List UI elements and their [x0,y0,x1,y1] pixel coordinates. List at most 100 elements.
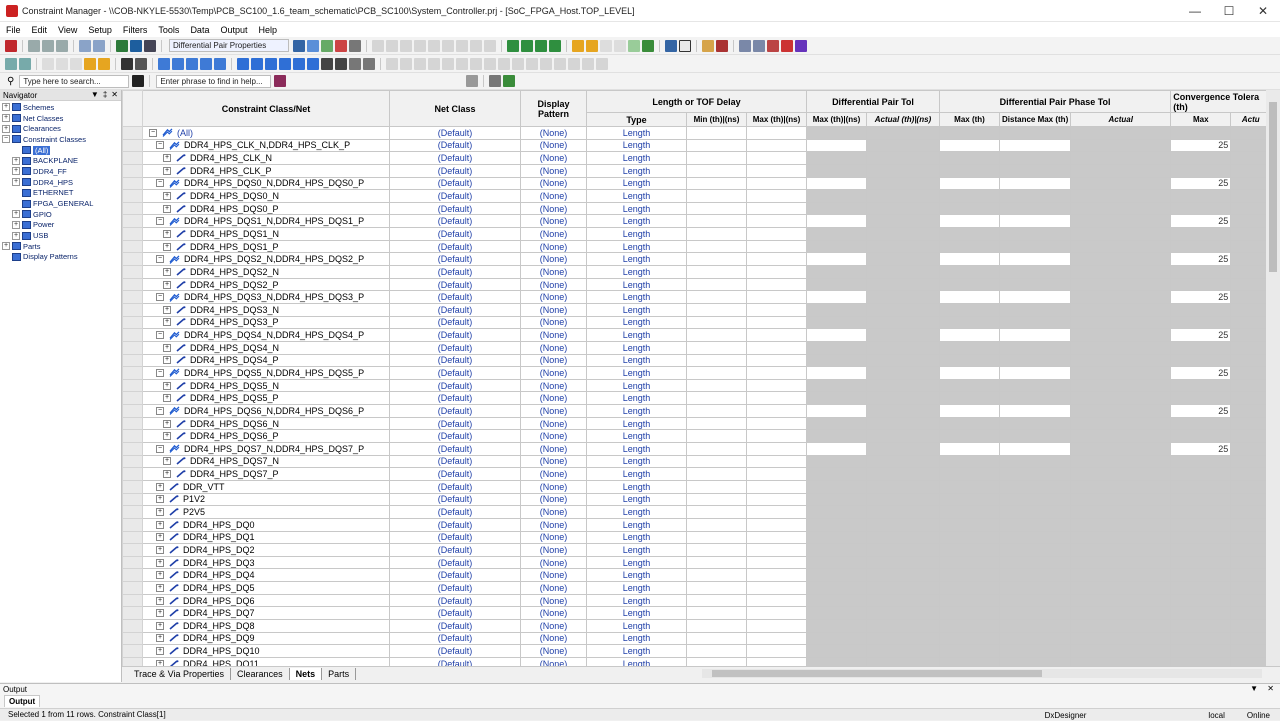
dppt-distance-max-cell[interactable] [998,479,1072,494]
net-class-cell[interactable]: (Default) [389,126,521,140]
dpt-max-cell[interactable] [806,227,867,241]
display-pattern-cell[interactable]: (None) [520,366,587,380]
expand-icon[interactable]: + [163,192,171,201]
dppt-distance-max-cell[interactable] [998,227,1072,241]
length-max-cell[interactable] [746,391,807,406]
net-class-cell[interactable]: (Default) [389,252,521,267]
expand-icon[interactable]: + [156,621,164,630]
length-max-cell[interactable] [746,416,807,431]
length-min-cell[interactable] [686,416,747,431]
net-name-cell[interactable]: + DDR4_HPS_DQS7_P [142,467,390,481]
net-name-cell[interactable]: − DDR4_HPS_DQS6_N,DDR4_HPS_DQS6_P [142,404,390,418]
row-header[interactable] [122,606,143,620]
nav-item[interactable]: + Schemes [0,102,121,113]
tab-nets[interactable]: Nets [289,667,323,680]
header-dppt-actual[interactable]: Actual [1070,112,1172,127]
net-class-cell[interactable]: (Default) [389,176,521,191]
dppt-max-cell[interactable] [939,290,1000,304]
display-pattern-cell[interactable]: (None) [520,593,587,608]
display-pattern-cell[interactable]: (None) [520,328,587,342]
display-pattern-cell[interactable]: (None) [520,201,587,216]
net-name-cell[interactable]: + DDR4_HPS_DQ1 [142,530,390,545]
net-class-cell[interactable]: (Default) [389,454,521,469]
display-pattern-cell[interactable]: (None) [520,290,587,304]
length-min-cell[interactable] [686,479,747,494]
table-row[interactable]: + DDR4_HPS_DQS2_N (Default) (None) Length [122,265,1272,279]
net-name-cell[interactable]: + DDR4_HPS_DQS0_P [142,201,390,216]
dppt-distance-max-cell[interactable] [998,442,1072,456]
help-search-icon[interactable] [274,75,287,87]
expand-icon[interactable]: + [163,419,171,428]
link-icon[interactable] [739,39,751,52]
nav-item[interactable]: + DDR4_HPS [0,177,121,188]
dppt-distance-max-cell[interactable] [998,201,1072,216]
length-min-cell[interactable] [686,555,747,570]
expand-icon[interactable]: + [163,229,171,238]
layout-icon[interactable] [70,57,82,70]
length-min-cell[interactable] [686,214,747,229]
net-class-cell[interactable]: (Default) [389,378,521,393]
dppt-distance-max-cell[interactable] [998,656,1072,666]
length-min-cell[interactable] [686,429,747,444]
table-row[interactable]: + DDR4_HPS_DQS1_P (Default) (None) Length [122,239,1272,254]
nav-item[interactable]: + Parts [0,241,121,252]
header-display-pattern[interactable]: Display Pattern [520,90,587,127]
expand-icon[interactable]: + [156,545,164,554]
dpt-max-cell[interactable] [806,391,867,406]
length-min-cell[interactable] [686,505,747,519]
net-class-cell[interactable]: (Default) [389,340,521,355]
dppt-max-cell[interactable] [939,543,1000,557]
length-max-cell[interactable] [746,606,807,620]
expand-icon[interactable]: + [163,381,171,390]
help-search-input[interactable]: Enter phrase to find in help... [156,74,272,88]
header-constraint-class-net[interactable]: Constraint Class/Net [142,90,390,127]
convergence-max-cell[interactable] [1170,302,1232,317]
net-name-cell[interactable]: + DDR_VTT [142,479,390,494]
length-type-cell[interactable]: Length [586,126,687,140]
net-class-cell[interactable]: (Default) [389,366,521,380]
dpt-max-cell[interactable] [806,505,867,519]
collapse-icon[interactable]: − [156,293,164,302]
length-max-cell[interactable] [746,631,807,646]
exit-icon[interactable] [5,39,17,52]
length-max-cell[interactable] [746,543,807,557]
net-class-cell[interactable]: (Default) [389,530,521,545]
expand-icon[interactable]: + [163,242,171,251]
dpt-max-cell[interactable] [806,277,867,292]
dppt-max-cell[interactable] [939,467,1000,481]
dppt-distance-max-cell[interactable] [998,416,1072,431]
dppt-distance-max-cell[interactable] [998,492,1072,507]
convergence-max-cell[interactable] [1170,581,1232,595]
net-name-cell[interactable]: + DDR4_HPS_DQS3_N [142,302,390,317]
length-type-cell[interactable]: Length [586,201,687,216]
expand-icon[interactable]: + [2,242,10,251]
length-type-cell[interactable]: Length [586,593,687,608]
row-header[interactable] [122,454,143,469]
redo-icon[interactable] [93,39,105,52]
length-type-cell[interactable]: Length [586,543,687,557]
dpt-max-cell[interactable] [806,593,867,608]
display-pattern-cell[interactable]: (None) [520,429,587,444]
length-max-cell[interactable] [746,353,807,368]
length-min-cell[interactable] [686,631,747,646]
length-min-cell[interactable] [686,568,747,583]
length-min-cell[interactable] [686,265,747,279]
dppt-distance-max-cell[interactable] [998,366,1072,380]
row-header[interactable] [122,442,143,456]
length-max-cell[interactable] [746,163,807,178]
dppt-distance-max-cell[interactable] [998,593,1072,608]
unlink-icon[interactable] [767,39,779,52]
table-row[interactable]: + P1V2 (Default) (None) Length [122,492,1272,507]
collapse-icon[interactable]: − [156,255,164,264]
dppt-max-cell[interactable] [939,593,1000,608]
table-row[interactable]: − DDR4_HPS_DQS1_N,DDR4_HPS_DQS1_P (Default… [122,214,1272,229]
net-name-cell[interactable]: − DDR4_HPS_DQS7_N,DDR4_HPS_DQS7_P [142,442,390,456]
row-header[interactable] [122,277,143,292]
tab-clearances[interactable]: Clearances [231,667,290,680]
row-header[interactable] [122,126,143,140]
net-icon[interactable] [279,57,291,70]
dpt-max-cell[interactable] [806,138,867,153]
net-name-cell[interactable]: + DDR4_HPS_DQ11 [142,656,390,666]
net-name-cell[interactable]: + DDR4_HPS_DQS6_N [142,416,390,431]
display-pattern-cell[interactable]: (None) [520,214,587,229]
